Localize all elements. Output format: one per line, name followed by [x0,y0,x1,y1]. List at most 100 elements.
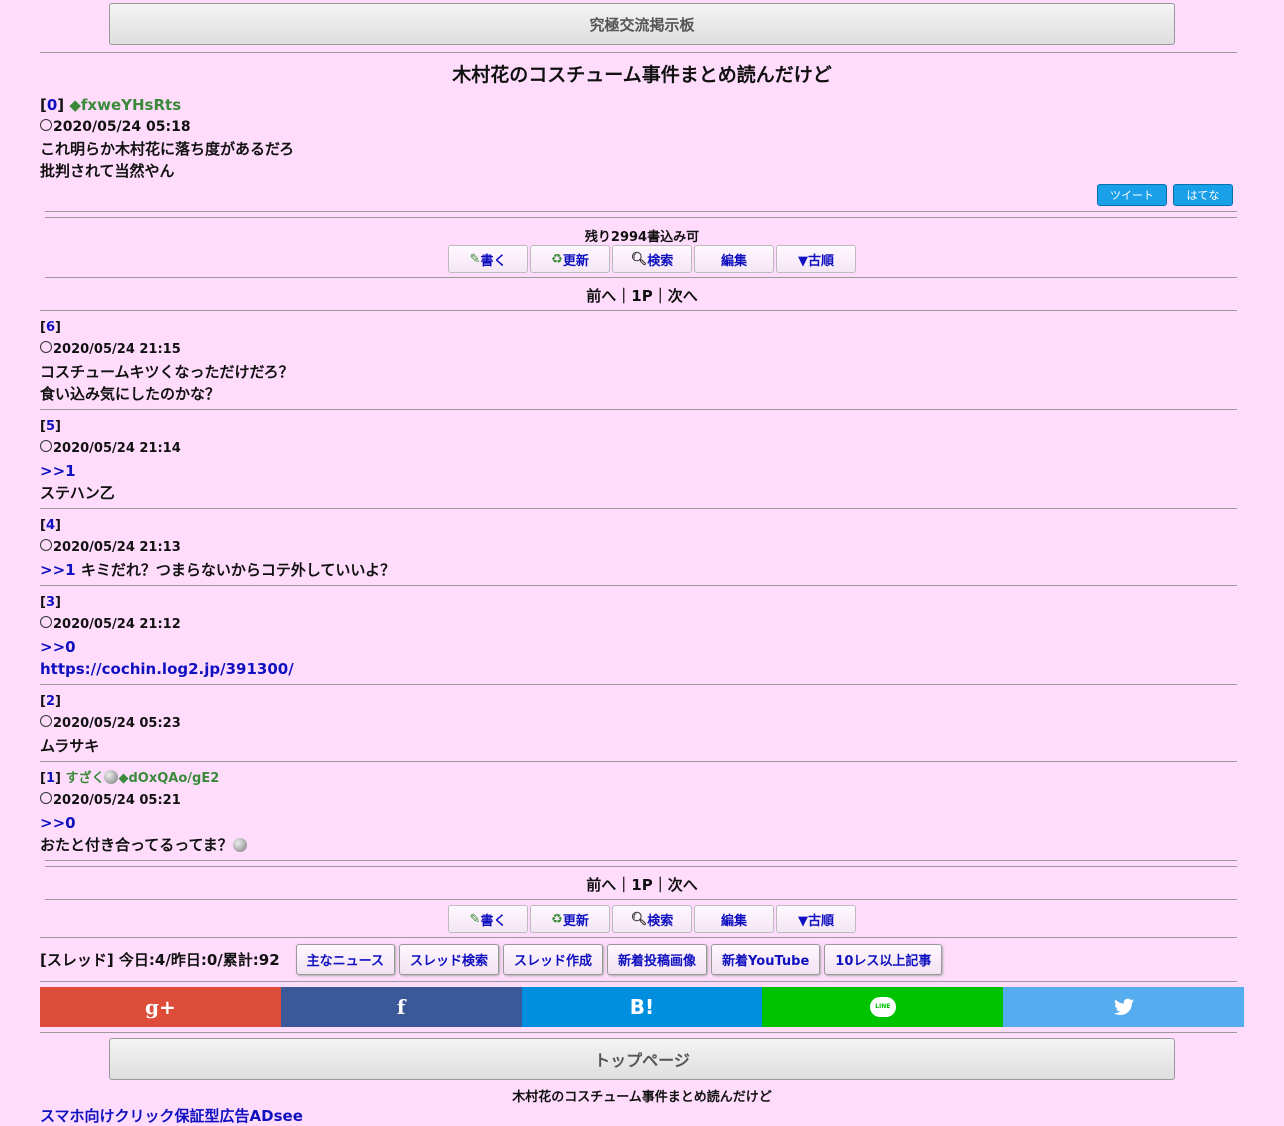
post-body: 食い込み気にしたのかな？ [40,385,221,403]
footer-thread-title: 木村花のコスチューム事件まとめ読んだけど [512,1090,772,1105]
hatena-share-button[interactable]: はてな [1173,184,1233,206]
divider [45,217,1237,218]
post-date: 2020/05/24 05:23 [53,716,181,731]
pager-sep: ｜ [652,287,668,305]
edit-button[interactable]: 編集 [694,245,774,273]
toolbar-top: ✎ 書く ♻ 更新 🔍︎ 検索 編集 ▼古順 [448,245,858,273]
clock-icon [40,715,52,727]
clock-icon [40,440,52,452]
facebook-share-button[interactable]: f [280,987,522,1027]
write-button[interactable]: ✎ 書く [448,905,528,933]
refresh-button[interactable]: ♻ 更新 [530,905,610,933]
page-indicator: 1P [631,287,653,305]
nav-main-news[interactable]: 主なニュース [295,944,395,975]
edit-label: 編集 [720,253,747,269]
divider [40,761,1237,762]
op-body-line2: 批判されて当然やん [40,162,175,180]
edit-button[interactable]: 編集 [694,905,774,933]
thread-title: 木村花のコスチューム事件まとめ読んだけど [452,64,832,86]
next-link[interactable]: 次へ [668,287,698,305]
prev-link[interactable]: 前へ [586,287,616,305]
nav-new-images[interactable]: 新着投稿画像 [607,944,708,975]
divider [40,508,1237,509]
board-title-button[interactable]: 究極交流掲示板 [109,3,1175,45]
op-author: ◆fxweYHsRts [69,96,182,114]
divider [45,211,1237,212]
search-button[interactable]: 🔍︎ 検索 [612,245,692,273]
external-url-link[interactable]: https://cochin.log2.jp/391300/ [40,660,294,678]
nav-label: スレッド作成 [514,954,593,969]
divider [45,860,1237,861]
write-button[interactable]: ✎ 書く [448,245,528,273]
page-indicator: 1P [631,876,653,894]
pager-sep: ｜ [616,287,632,305]
top-page-button[interactable]: トップページ [109,1038,1175,1080]
top-page-label: トップページ [594,1051,690,1070]
op-body-line1: これ明らか木村花に落ち度があるだろ [40,140,295,158]
post-4: [4] 2020/05/24 21:13 >>1 キミだれ？つまらないからコテ外… [40,518,396,579]
post-number-link[interactable]: 3 [46,595,55,610]
nav-label: スレッド検索 [410,954,489,969]
poster-trip: ◆dOxQAo/gE2 [118,771,220,786]
post-5: [5] 2020/05/24 21:14 >>1 ステハン乙 [40,416,1237,504]
tweet-button[interactable]: ツイート [1097,184,1167,206]
gplus-share-button[interactable]: g+ [40,987,281,1027]
post-body: キミだれ？つまらないからコテ外していいよ？ [80,561,396,579]
divider [40,981,1237,982]
nav-10res-articles[interactable]: 10レス以上記事 [824,944,943,975]
divider [45,277,1237,278]
nav-new-youtube[interactable]: 新着YouTube [711,944,821,975]
anchor-link[interactable]: >>1 [40,561,76,579]
pager-bottom: 前へ｜1P｜次へ [0,874,1284,895]
prev-link[interactable]: 前へ [586,876,616,894]
hatena-bookmark-button[interactable]: B! [521,987,763,1027]
op-date: 2020/05/24 05:18 [40,116,1237,138]
post-number-link[interactable]: 2 [46,694,55,709]
clock-icon [40,616,52,628]
post-date: 2020/05/24 21:12 [53,617,181,632]
order-label: ▼古順 [798,253,834,269]
divider [40,1032,1237,1033]
order-button[interactable]: ▼古順 [776,245,856,273]
tweet-label: ツイート [1110,189,1154,202]
anchor-link[interactable]: >>0 [40,814,76,832]
post-date: 2020/05/24 21:14 [53,441,181,456]
clock-icon [40,119,52,131]
refresh-icon: ♻ [551,251,563,267]
post-date: 2020/05/24 05:21 [53,793,181,808]
order-button[interactable]: ▼古順 [776,905,856,933]
refresh-icon: ♻ [551,911,563,927]
twitter-share-button[interactable] [1003,987,1244,1027]
refresh-button[interactable]: ♻ 更新 [530,245,610,273]
nav-thread-search[interactable]: スレッド検索 [399,944,500,975]
anchor-link[interactable]: >>1 [40,462,76,480]
search-button[interactable]: 🔍︎ 検索 [612,905,692,933]
toolbar-bottom: ✎ 書く ♻ 更新 🔍︎ 検索 編集 ▼古順 [448,905,858,933]
next-link[interactable]: 次へ [668,876,698,894]
search-label: 検索 [647,913,674,929]
hatena-icon: B! [629,995,655,1019]
nav-thread-create[interactable]: スレッド作成 [503,944,604,975]
write-label: 書く [480,913,507,929]
post-body: コスチュームキツくなっただけだろ？ [40,363,294,381]
post-number-link[interactable]: 4 [46,518,55,533]
search-icon: 🔍︎ [630,911,648,927]
anchor-link[interactable]: >>0 [40,638,76,656]
post-number-link[interactable]: 5 [46,419,55,434]
line-share-button[interactable]: LINE [762,987,1004,1027]
post-number-link[interactable]: 6 [46,320,55,335]
nav-label: 10レス以上記事 [835,954,932,969]
post-number-link[interactable]: 0 [47,96,57,114]
pencil-icon: ✎ [469,911,481,927]
write-label: 書く [480,253,507,269]
refresh-label: 更新 [562,253,589,269]
board-title-label: 究極交流掲示板 [589,15,695,34]
post-3: [3] 2020/05/24 21:12 >>0 https://cochin.… [40,595,294,678]
twitter-icon [1113,998,1134,1015]
footer-nav: [スレッド] 今日:4/昨日:0/累計:92 主なニュース スレッド検索 スレッ… [40,944,946,975]
nav-label: 新着YouTube [722,954,810,969]
post-number-link[interactable]: 1 [46,771,55,786]
refresh-label: 更新 [562,913,589,929]
divider [40,409,1237,410]
facebook-icon: f [396,995,406,1019]
